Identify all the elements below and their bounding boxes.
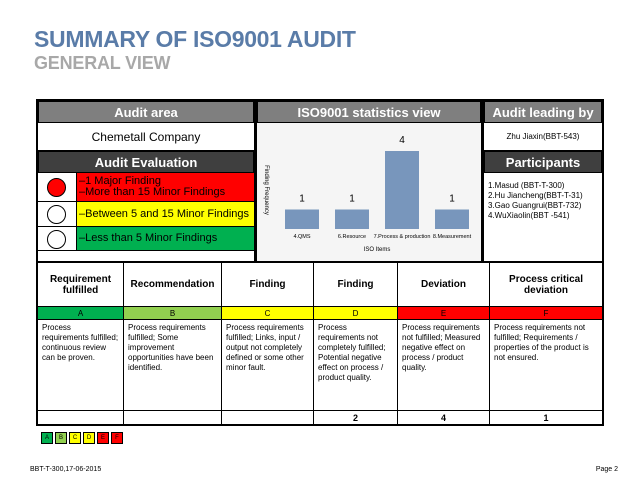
finding-count: 1 [543,413,549,423]
evaluation-label-line: –Less than 5 Minor Findings [79,232,218,244]
finding-count [124,411,222,425]
bar-value-label: 1 [299,194,305,205]
participant-item: 1.Masud (BBT-T-300) [488,181,565,190]
finding-count: 4 [398,411,490,425]
grade-code: E [398,307,490,320]
bar-value-label: 4 [399,135,405,146]
audit-area-value: Chemetall Company [38,123,254,151]
participant-item: 4.WuXiaolin(BBT -541) [488,211,570,220]
evaluation-label-line: –More than 15 Minor Findings [79,186,226,198]
bar-value-label: 1 [449,194,455,205]
participants-list: 1.Masud (BBT-T-300) 2.Hu Jiancheng(BBT-T… [488,181,583,221]
audit-area-header: Audit area [38,101,254,123]
chart-bar [435,209,469,229]
finding-count [222,411,314,425]
grade-description: Process requirements not completely fulf… [314,320,398,411]
page-subtitle: GENERAL VIEW [34,53,171,73]
audit-leading-header: Audit leading by [484,101,602,123]
legend-swatch: E [97,432,109,444]
evaluation-row: –1 Major Finding –More than 15 Minor Find… [38,173,254,202]
grade-description: Process requirements fulfilled; continuo… [38,320,124,411]
evaluation-label: –Between 5 and 15 Minor Findings [76,202,254,226]
x-tick-label: 6.Resource [338,234,366,240]
y-axis-label: Finding Frequency [263,165,269,215]
evaluation-label: –1 Major Finding –More than 15 Minor Find… [76,173,254,201]
legend-swatch: A [41,432,53,444]
audit-leader: Zhu Jiaxin(BBT-543) [484,123,602,151]
chart-bar [285,209,319,229]
evaluation-label: –Less than 5 Minor Findings [76,227,254,250]
legend-swatch: B [55,432,67,444]
grade-code: F [490,307,602,320]
column-header: Requirement fulfilled [38,263,124,307]
evaluation-label-line: –Between 5 and 15 Minor Findings [79,207,249,220]
column-header: Process critical deviation [490,263,602,307]
bar-value-label: 1 [349,194,355,205]
audit-evaluation-header: Audit Evaluation [38,151,254,173]
participants-header: Participants [484,151,602,173]
page-title: SUMMARY OF ISO9001 AUDIT [34,26,356,52]
audit-summary-grid: Audit area Chemetall Company Audit Evalu… [36,99,604,426]
grade-code: D [314,307,398,320]
x-tick-label: 8.Measurement [433,234,472,240]
finding-count [38,411,124,425]
chart-bar [335,209,369,229]
legend-swatch: D [83,432,95,444]
column-header: Recommendation [124,263,222,307]
column-header: Deviation [398,263,490,307]
grade-code: A [38,307,124,320]
evaluation-row: –Less than 5 Minor Findings [38,227,254,251]
chart-area: Finding Frequency 1 4.QMS 1 6.Resource 4 7.Pro… [257,123,481,261]
evaluation-indicator-icon [47,205,66,224]
evaluation-indicator-icon [47,178,66,197]
finding-count: 2 [314,411,398,425]
participant-item: 2.Hu Jiancheng(BBT-T-31) [488,191,583,200]
evaluation-row: –Between 5 and 15 Minor Findings [38,202,254,227]
footer-doc-id: BBT-T-300,17-06-2015 [30,466,102,473]
footer-page-number: Page 2 [595,466,618,473]
x-axis-label: ISO Items [364,247,391,253]
evaluation-indicator-icon [47,229,66,249]
color-legend: ABCDEF [41,432,123,444]
x-tick-label: 7.Process & production [374,234,431,240]
grade-description: Process requirements not fulfilled; Requ… [490,320,602,411]
finding-frequency-chart: Finding Frequency 1 4.QMS 1 6.Resource 4 7.Pro… [263,135,472,253]
column-header: Finding [222,263,314,307]
participant-item: 3.Gao Guangrui(BBT-732) [488,201,582,210]
grade-code: C [222,307,314,320]
grade-description: Process requirements fulfilled; Some imp… [124,320,222,411]
stats-header: ISO9001 statistics view [257,101,481,123]
legend-swatch: C [69,432,81,444]
grade-code: B [124,307,222,320]
column-header: Finding [314,263,398,307]
grade-description: Process requirements fulfilled; Links, i… [222,320,314,411]
x-tick-label: 4.QMS [293,234,310,240]
legend-swatch: F [111,432,123,444]
grade-description: Process requirements not fulfilled; Meas… [398,320,490,411]
chart-bar [385,151,419,229]
